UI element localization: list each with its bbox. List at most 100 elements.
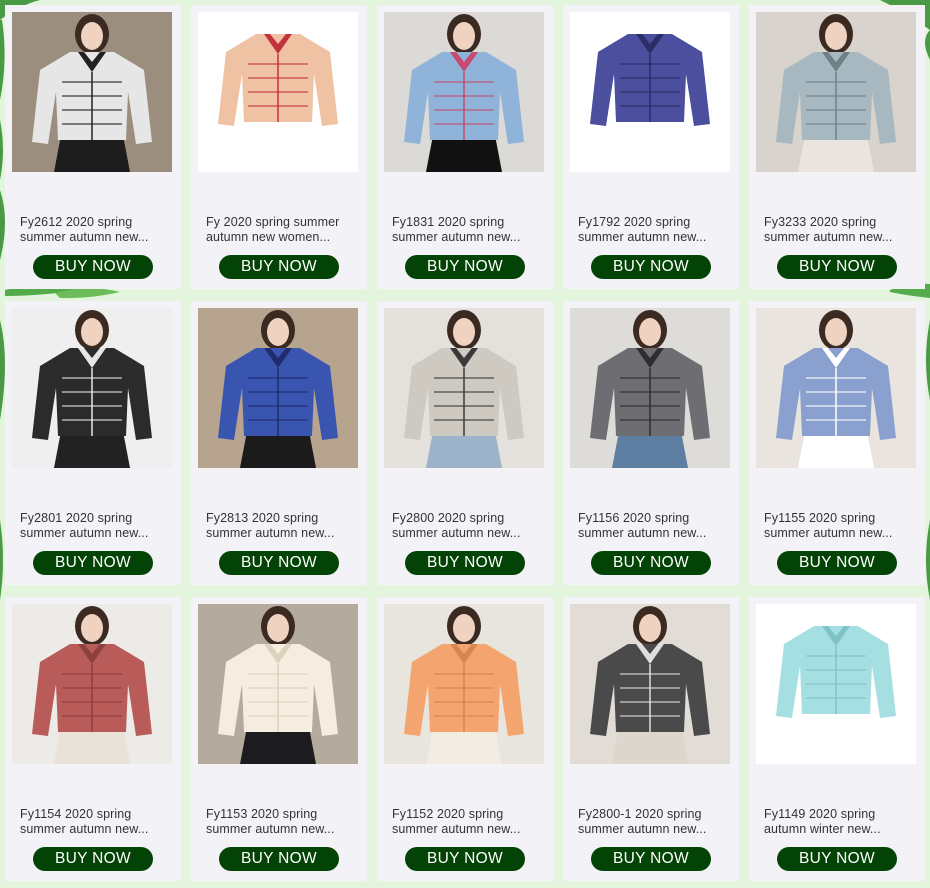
product-title-line-1: Fy1831 2020 spring bbox=[392, 215, 505, 229]
product-image[interactable] bbox=[570, 604, 730, 764]
product-title-line-1: Fy1792 2020 spring bbox=[578, 215, 691, 229]
plaid-shirt-icon bbox=[384, 308, 544, 468]
buy-now-button[interactable]: BUY NOW bbox=[591, 255, 711, 279]
buy-now-button[interactable]: BUY NOW bbox=[33, 255, 153, 279]
product-title-line-2: autumn new women... bbox=[206, 230, 331, 244]
product-title-line-1: Fy1154 2020 spring bbox=[20, 807, 132, 821]
product-card[interactable]: Fy1155 2020 spring summer autumn new... BU… bbox=[749, 301, 925, 585]
product-title-line-2: summer autumn new... bbox=[764, 526, 893, 540]
product-card[interactable]: Fy1831 2020 spring summer autumn new... BU… bbox=[377, 5, 553, 289]
product-title-line-1: Fy3233 2020 spring bbox=[764, 215, 877, 229]
product-image[interactable] bbox=[570, 12, 730, 172]
product-title[interactable]: Fy2801 2020 spring summer autumn new... bbox=[20, 511, 170, 541]
plaid-shirt-icon bbox=[198, 308, 358, 468]
product-title-line-2: autumn winter new... bbox=[764, 822, 881, 836]
denim-shirt-icon bbox=[384, 12, 544, 172]
product-title-line-2: summer autumn new... bbox=[392, 526, 521, 540]
product-title-line-2: summer autumn new... bbox=[578, 526, 707, 540]
product-title-line-2: summer autumn new... bbox=[206, 526, 335, 540]
buy-now-button[interactable]: BUY NOW bbox=[405, 551, 525, 575]
product-title[interactable]: Fy1792 2020 spring summer autumn new... bbox=[578, 215, 728, 245]
product-card[interactable]: Fy1152 2020 spring summer autumn new... BU… bbox=[377, 597, 553, 881]
product-grid: Fy2612 2020 spring summer autumn new... BU… bbox=[5, 5, 925, 881]
product-title-line-2: summer autumn new... bbox=[20, 822, 149, 836]
product-title[interactable]: Fy1831 2020 spring summer autumn new... bbox=[392, 215, 542, 245]
blouse-icon bbox=[198, 604, 358, 764]
product-image[interactable] bbox=[12, 308, 172, 468]
lace-collar-shirt-icon bbox=[756, 308, 916, 468]
product-title-line-2: summer autumn new... bbox=[206, 822, 335, 836]
product-title[interactable]: Fy3233 2020 spring summer autumn new... bbox=[764, 215, 914, 245]
buy-now-button[interactable]: BUY NOW bbox=[33, 847, 153, 871]
product-card[interactable]: Fy2800 2020 spring summer autumn new... BU… bbox=[377, 301, 553, 585]
product-title-line-1: Fy1152 2020 spring bbox=[392, 807, 504, 821]
product-title[interactable]: Fy2612 2020 spring summer autumn new... bbox=[20, 215, 170, 245]
product-title-line-2: summer autumn new... bbox=[392, 822, 521, 836]
product-title-line-1: Fy 2020 spring summer bbox=[206, 215, 340, 229]
product-image[interactable] bbox=[198, 12, 358, 172]
product-card[interactable]: Fy 2020 spring summer autumn new women...… bbox=[191, 5, 367, 289]
patterned-shirt-icon bbox=[12, 12, 172, 172]
product-title-line-2: summer autumn new... bbox=[764, 230, 893, 244]
buy-now-button[interactable]: BUY NOW bbox=[405, 847, 525, 871]
product-title[interactable]: Fy1152 2020 spring summer autumn new... bbox=[392, 807, 542, 837]
product-image[interactable] bbox=[12, 604, 172, 764]
product-title-line-2: summer autumn new... bbox=[20, 230, 149, 244]
product-card[interactable]: Fy2813 2020 spring summer autumn new... BU… bbox=[191, 301, 367, 585]
product-title[interactable]: Fy1154 2020 spring summer autumn new... bbox=[20, 807, 170, 837]
product-title[interactable]: Fy2800-1 2020 spring summer autumn new... bbox=[578, 807, 728, 837]
product-title[interactable]: Fy2813 2020 spring summer autumn new... bbox=[206, 511, 356, 541]
product-title[interactable]: Fy2800 2020 spring summer autumn new... bbox=[392, 511, 542, 541]
product-image[interactable] bbox=[198, 604, 358, 764]
buy-now-button[interactable]: BUY NOW bbox=[777, 847, 897, 871]
product-image[interactable] bbox=[756, 308, 916, 468]
product-title-line-1: Fy1156 2020 spring bbox=[578, 511, 690, 525]
product-card[interactable]: Fy2801 2020 spring summer autumn new... BU… bbox=[5, 301, 181, 585]
buy-now-button[interactable]: BUY NOW bbox=[219, 551, 339, 575]
product-card[interactable]: Fy1149 2020 spring autumn winter new... BU… bbox=[749, 597, 925, 881]
buy-now-button[interactable]: BUY NOW bbox=[777, 255, 897, 279]
patterned-shirt-icon bbox=[12, 308, 172, 468]
product-image[interactable] bbox=[570, 308, 730, 468]
product-title-line-1: Fy2800-1 2020 spring bbox=[578, 807, 702, 821]
product-image[interactable] bbox=[198, 308, 358, 468]
buy-now-button[interactable]: BUY NOW bbox=[33, 551, 153, 575]
product-title-line-1: Fy1149 2020 spring bbox=[764, 807, 876, 821]
product-title-line-1: Fy1153 2020 spring bbox=[206, 807, 318, 821]
product-title-line-2: summer autumn new... bbox=[578, 822, 707, 836]
product-title-line-2: summer autumn new... bbox=[392, 230, 521, 244]
product-title-line-2: summer autumn new... bbox=[20, 526, 149, 540]
product-title[interactable]: Fy1153 2020 spring summer autumn new... bbox=[206, 807, 356, 837]
buy-now-button[interactable]: BUY NOW bbox=[219, 847, 339, 871]
product-title-line-1: Fy2801 2020 spring bbox=[20, 511, 133, 525]
product-image[interactable] bbox=[384, 308, 544, 468]
product-image[interactable] bbox=[384, 12, 544, 172]
product-card[interactable]: Fy1156 2020 spring summer autumn new... BU… bbox=[563, 301, 739, 585]
product-card[interactable]: Fy2612 2020 spring summer autumn new... BU… bbox=[5, 5, 181, 289]
product-card[interactable]: Fy2800-1 2020 spring summer autumn new...… bbox=[563, 597, 739, 881]
product-title-line-1: Fy1155 2020 spring bbox=[764, 511, 876, 525]
product-image[interactable] bbox=[756, 604, 916, 764]
product-title[interactable]: Fy1155 2020 spring summer autumn new... bbox=[764, 511, 914, 541]
product-title[interactable]: Fy 2020 spring summer autumn new women... bbox=[206, 215, 356, 245]
product-title-line-2: summer autumn new... bbox=[578, 230, 707, 244]
product-title[interactable]: Fy1156 2020 spring summer autumn new... bbox=[578, 511, 728, 541]
product-image[interactable] bbox=[12, 12, 172, 172]
product-title[interactable]: Fy1149 2020 spring autumn winter new... bbox=[764, 807, 914, 837]
product-image[interactable] bbox=[756, 12, 916, 172]
buy-now-button[interactable]: BUY NOW bbox=[591, 551, 711, 575]
buy-now-button[interactable]: BUY NOW bbox=[405, 255, 525, 279]
product-image[interactable] bbox=[384, 604, 544, 764]
buy-now-button[interactable]: BUY NOW bbox=[591, 847, 711, 871]
product-card[interactable]: Fy1792 2020 spring summer autumn new... BU… bbox=[563, 5, 739, 289]
product-card[interactable]: Fy3233 2020 spring summer autumn new... BU… bbox=[749, 5, 925, 289]
plaid-shirt-icon bbox=[570, 604, 730, 764]
buy-now-button[interactable]: BUY NOW bbox=[219, 255, 339, 279]
striped-shirt-icon bbox=[756, 12, 916, 172]
product-card[interactable]: Fy1153 2020 spring summer autumn new... BU… bbox=[191, 597, 367, 881]
sweater-icon bbox=[756, 604, 916, 764]
product-title-line-1: Fy2800 2020 spring bbox=[392, 511, 505, 525]
blouse-icon bbox=[384, 604, 544, 764]
buy-now-button[interactable]: BUY NOW bbox=[777, 551, 897, 575]
product-card[interactable]: Fy1154 2020 spring summer autumn new... BU… bbox=[5, 597, 181, 881]
